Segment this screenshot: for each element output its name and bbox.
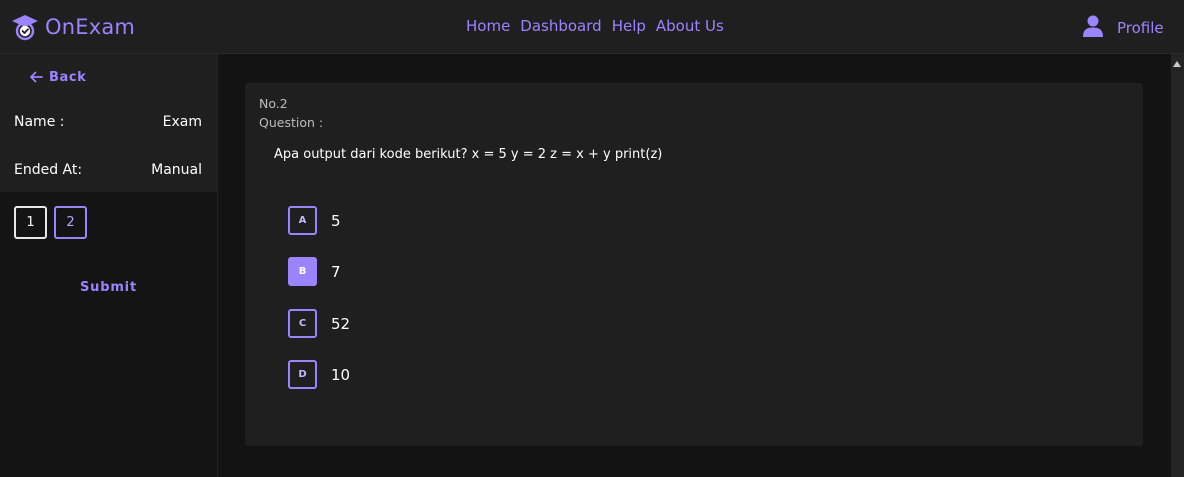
nav-link-help[interactable]: Help <box>612 17 646 35</box>
name-value: Exam <box>162 114 202 130</box>
option-b-key: B <box>288 257 317 286</box>
option-b-text: 7 <box>331 262 341 281</box>
question-label: Question : <box>259 115 324 130</box>
brand[interactable]: OnExam <box>11 13 135 41</box>
name-row: Name : Exam <box>14 114 202 130</box>
sidebar: Back Name : Exam Ended At: Manual 1 2 Su… <box>0 54 218 477</box>
question-text: Apa output dari kode berikut? x = 5 y = … <box>274 147 663 162</box>
nav-link-about-us[interactable]: About Us <box>656 17 724 35</box>
back-label: Back <box>49 70 87 85</box>
option-a-key: A <box>288 206 317 235</box>
nav-link-dashboard[interactable]: Dashboard <box>520 17 601 35</box>
question-card: No.2 Question : Apa output dari kode ber… <box>245 83 1143 446</box>
brand-name: OnExam <box>45 15 136 39</box>
nav-links: Home Dashboard Help About Us <box>466 17 724 35</box>
question-navigator: 1 2 <box>14 206 87 239</box>
option-d[interactable]: D 10 <box>288 360 350 389</box>
ended-at-value: Manual <box>151 162 202 178</box>
question-number: No.2 <box>259 96 288 111</box>
ended-at-label: Ended At: <box>14 162 83 178</box>
name-label: Name : <box>14 114 65 130</box>
ended-at-row: Ended At: Manual <box>14 162 202 178</box>
back-button[interactable]: Back <box>29 68 86 87</box>
question-nav-button-1[interactable]: 1 <box>14 206 47 239</box>
exam-info-panel: Back Name : Exam Ended At: Manual <box>0 54 217 192</box>
option-a[interactable]: A 5 <box>288 206 341 235</box>
profile-label: Profile <box>1117 19 1164 37</box>
option-a-text: 5 <box>331 211 341 230</box>
submit-button[interactable]: Submit <box>0 280 217 295</box>
user-icon <box>1083 15 1103 41</box>
option-c[interactable]: C 52 <box>288 309 350 338</box>
vertical-scrollbar[interactable] <box>1171 54 1184 477</box>
option-d-key: D <box>288 360 317 389</box>
top-navbar: OnExam Home Dashboard Help About Us Prof… <box>0 0 1184 54</box>
option-d-text: 10 <box>331 365 351 384</box>
profile-menu[interactable]: Profile <box>1083 15 1164 41</box>
option-b[interactable]: B 7 <box>288 257 341 286</box>
option-c-text: 52 <box>331 314 351 333</box>
question-nav-button-2[interactable]: 2 <box>54 206 87 239</box>
arrow-left-icon <box>29 68 43 87</box>
nav-link-home[interactable]: Home <box>466 17 510 35</box>
option-c-key: C <box>288 309 317 338</box>
scroll-up-arrow-icon[interactable] <box>1173 61 1181 67</box>
graduation-cap-check-icon <box>11 13 39 41</box>
